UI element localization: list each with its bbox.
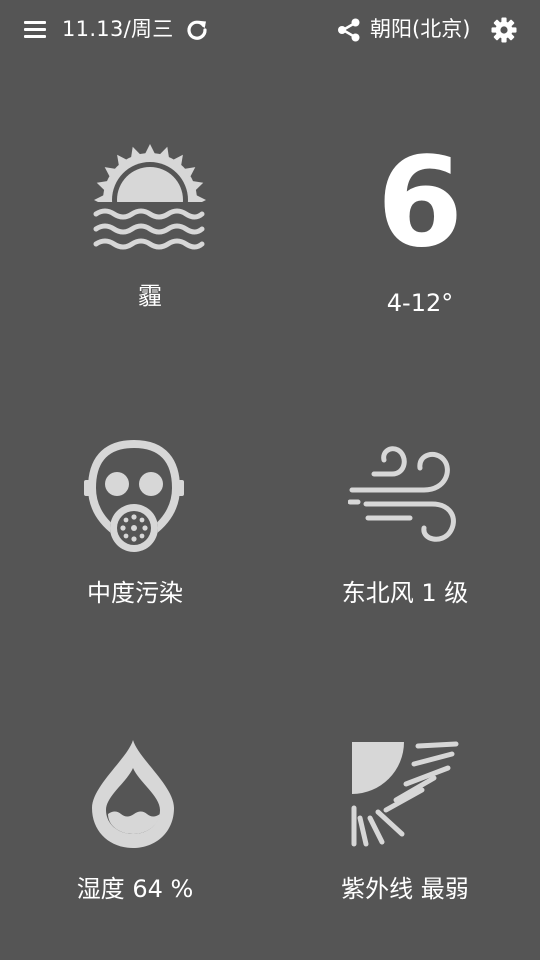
water-drop-icon — [84, 736, 182, 852]
temperature-range: 4-12° — [386, 289, 454, 317]
date-label: 11.13/周三 — [62, 17, 174, 41]
sun-rays-icon — [348, 738, 464, 850]
current-temperature: 6 — [376, 131, 464, 275]
pollution-level: 中度污染 — [87, 579, 183, 607]
weather-condition: 霾 — [138, 282, 162, 310]
share-icon[interactable] — [336, 17, 362, 43]
gas-mask-icon — [82, 439, 186, 556]
gear-icon[interactable] — [490, 16, 518, 44]
humidity-level: 湿度 64 % — [76, 875, 194, 903]
menu-icon[interactable] — [22, 18, 48, 42]
wind-icon — [347, 444, 464, 548]
uv-level: 紫外线 最弱 — [341, 875, 469, 903]
wind-level: 东北风 1 级 — [341, 579, 469, 607]
top-bar: 11.13/周三 朝阳(北京) — [0, 0, 540, 60]
location-label[interactable]: 朝阳(北京) — [370, 14, 470, 44]
refresh-icon[interactable] — [184, 17, 210, 43]
haze-sun-icon — [88, 138, 212, 262]
